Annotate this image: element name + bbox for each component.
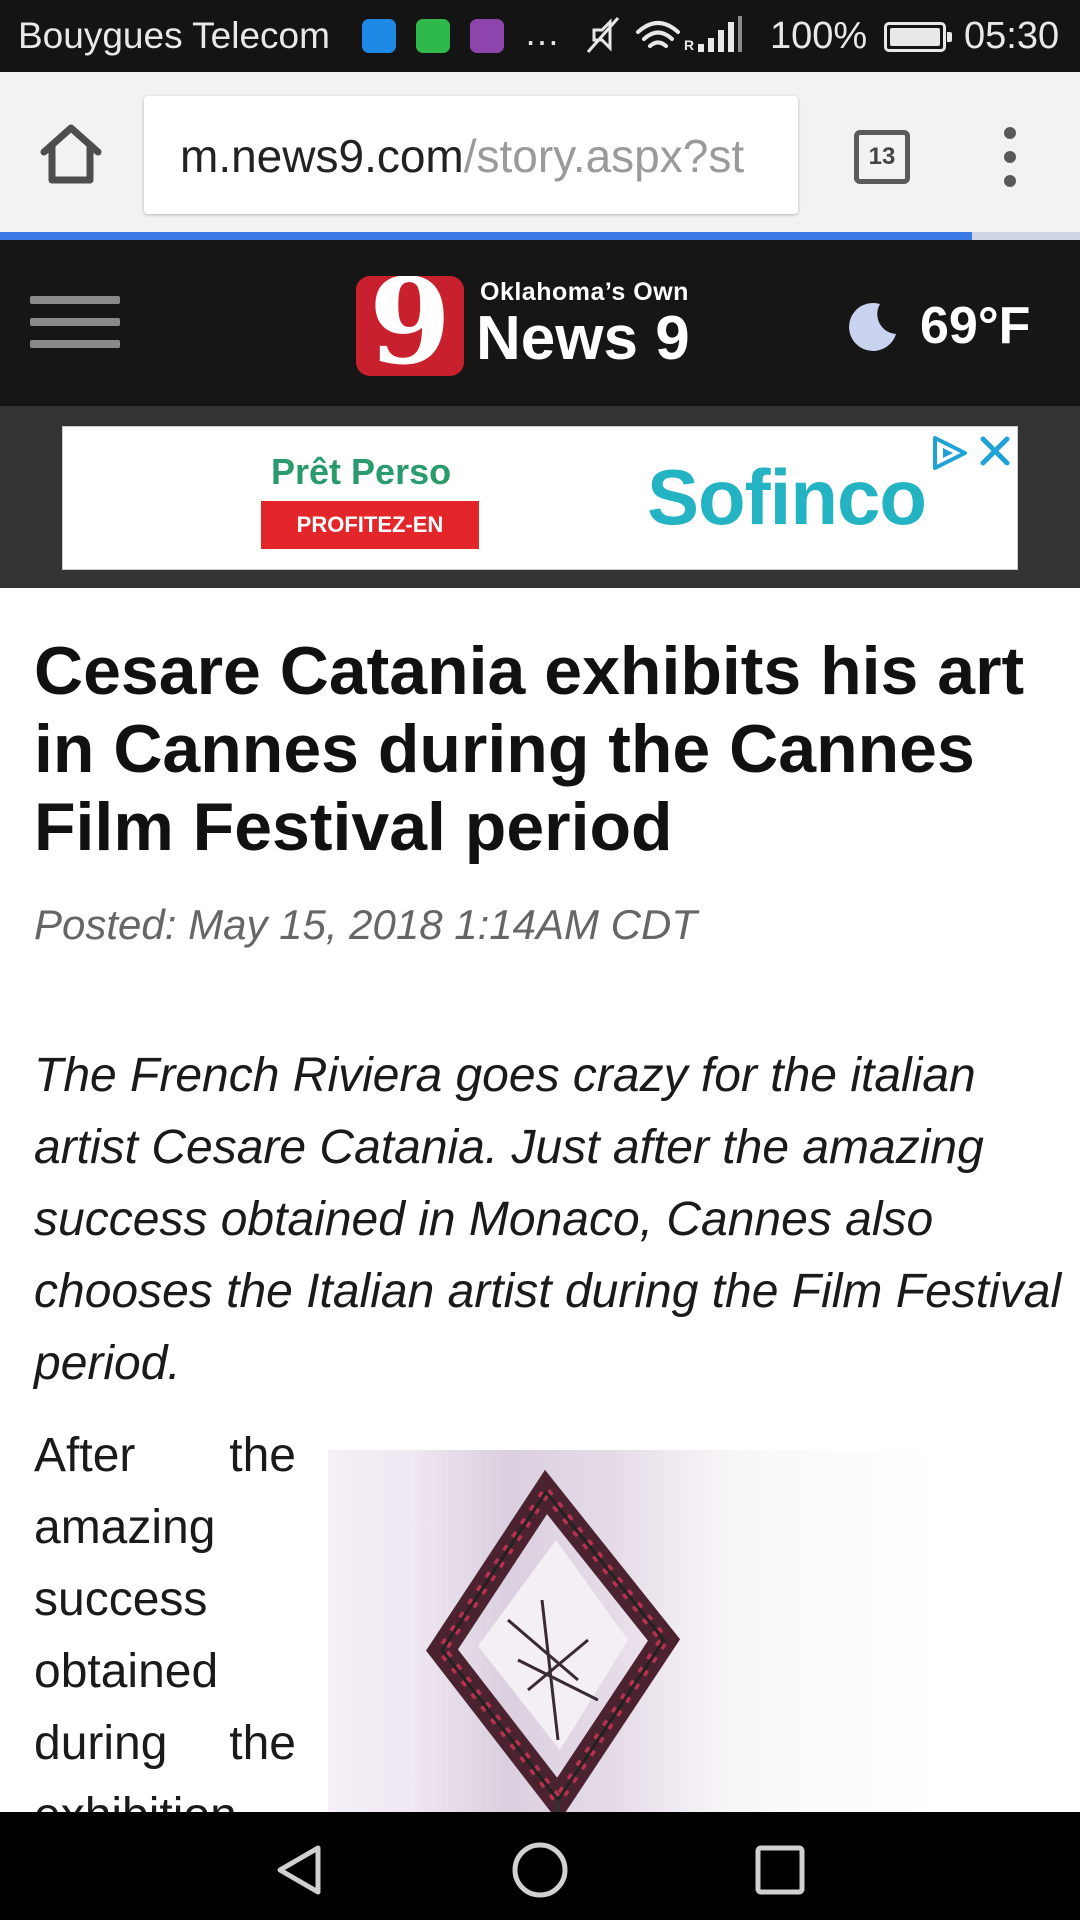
- article-posted-date: Posted: May 15, 2018 1:14AM CDT: [34, 901, 697, 948]
- battery-percent: 100%: [770, 15, 868, 57]
- page-load-progress-fill: [0, 232, 972, 240]
- page-load-progress: [0, 232, 1080, 240]
- tab-switcher-button[interactable]: 13: [854, 130, 910, 184]
- home-circle-icon[interactable]: [510, 1842, 570, 1898]
- recents-icon[interactable]: [754, 1844, 806, 1896]
- battery-icon: [884, 22, 952, 52]
- browser-toolbar: m.news9.com/story.aspx?st 13: [0, 72, 1080, 234]
- gallery-notification-icon: [470, 19, 504, 53]
- url-host: m.news9.com: [180, 130, 464, 182]
- ad-close-icon[interactable]: [977, 433, 1013, 469]
- site-tagline: Oklahoma’s Own: [480, 278, 689, 306]
- carrier-name: Bouygues Telecom: [18, 15, 330, 56]
- ad-banner[interactable]: Prêt Perso PROFITEZ-EN Sofinco: [62, 426, 1018, 570]
- system-navigation-bar: [0, 1812, 1080, 1920]
- status-bar: Bouygues Telecom … R 100% 05:30: [0, 0, 1080, 72]
- ad-brand-logo: Sofinco: [647, 453, 927, 541]
- moon-icon[interactable]: [846, 300, 898, 352]
- back-icon[interactable]: [272, 1842, 328, 1898]
- ad-cta-button[interactable]: PROFITEZ-EN: [261, 501, 479, 549]
- adchoices-icon[interactable]: [929, 435, 969, 471]
- signal-icon: [698, 16, 742, 52]
- wechat-notification-icon: [416, 19, 450, 53]
- artwork-photo[interactable]: [328, 1450, 926, 1812]
- url-text: m.news9.com/story.aspx?st: [180, 130, 744, 182]
- wifi-icon: [636, 21, 680, 48]
- overflow-menu-icon[interactable]: [998, 127, 1022, 187]
- hamburger-menu-icon[interactable]: [30, 296, 120, 350]
- logo-mark: 9: [368, 276, 452, 376]
- ad-headline: Prêt Perso: [271, 451, 452, 492]
- connectivity-icons: R: [586, 16, 742, 53]
- temperature[interactable]: 69°F: [920, 296, 1030, 356]
- site-brand[interactable]: News 9: [476, 304, 690, 374]
- home-icon[interactable]: [36, 122, 106, 186]
- address-bar[interactable]: m.news9.com/story.aspx?st: [144, 96, 798, 214]
- site-header: 9 Oklahoma’s Own News 9 69°F: [0, 240, 1080, 406]
- article-body: After the amazing success obtained durin…: [34, 1429, 296, 1812]
- mute-icon: [586, 17, 620, 53]
- article: Cesare Catania exhibits his art in Canne…: [0, 588, 1080, 1812]
- messages-notification-icon: [362, 19, 396, 53]
- ad-area: Prêt Perso PROFITEZ-EN Sofinco: [0, 406, 1080, 588]
- article-intro: The French Riviera goes crazy for the it…: [34, 1049, 1062, 1390]
- more-notifications-icon: …: [524, 12, 561, 53]
- artwork-sculpture: [328, 1450, 926, 1812]
- article-headline: Cesare Catania exhibits his art in Canne…: [34, 633, 1025, 865]
- roaming-label: R: [684, 37, 694, 53]
- clock: 05:30: [964, 15, 1060, 57]
- url-path: /story.aspx?st: [463, 130, 745, 182]
- news9-logo[interactable]: 9: [356, 276, 464, 376]
